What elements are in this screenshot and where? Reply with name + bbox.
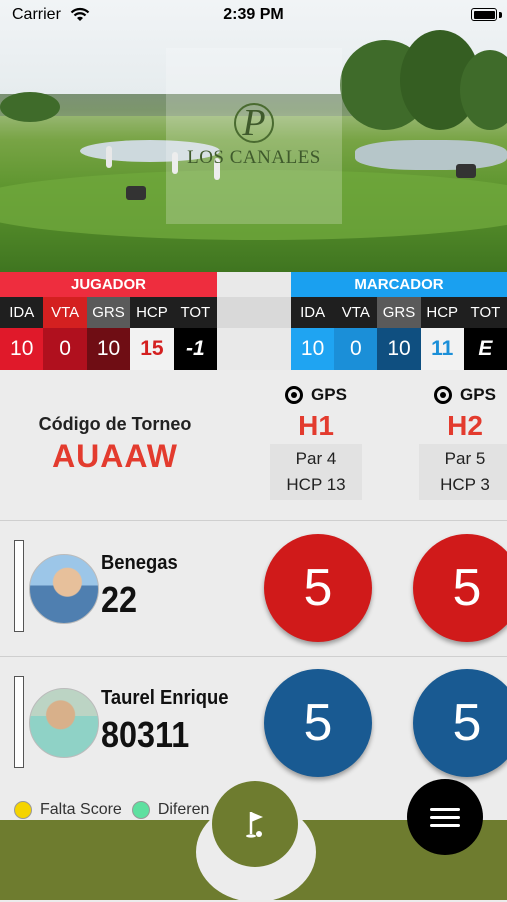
gps-button[interactable]: GPS [419,382,507,408]
hamburger-menu-icon-line [430,807,460,811]
tournament-code-label: Código de Torneo [38,414,192,434]
battery-icon [471,8,497,21]
val-grs: 10 [86,328,131,370]
hole-hcp: HCP 13 [286,475,346,494]
golf-flag-icon [246,812,263,838]
val-ida: 10 [0,328,44,370]
player-name: Taurel Enrique [101,687,229,709]
col-vta: VTA [43,297,87,328]
crosshair-icon [285,386,304,404]
legend-dot-green [131,801,150,819]
hole-details: Par 4 HCP 13 [270,444,362,500]
hamburger-menu-icon-line [430,823,460,827]
logo-mark: P [234,103,274,143]
legend-label: Diferen [157,801,210,818]
marcador-columns: IDA VTA GRS HCP TOT [291,297,507,328]
hole-details: Par 5 HCP 3 [419,444,507,500]
col-vta: VTA [334,297,378,328]
gps-button[interactable]: GPS [270,382,362,408]
tree [0,92,60,122]
jugador-title: JUGADOR [0,272,217,297]
player-row: Taurel Enrique 80311 5 5 [0,657,507,792]
legend-item: Diferen [131,801,210,819]
avatar [29,554,99,624]
score-ball-h2[interactable]: 5 [413,534,507,642]
val-grs: 10 [377,328,421,370]
tournament-code[interactable]: AUAAW [0,438,230,475]
score-legend: Falta Score Diferen [14,801,219,819]
val-vta: 0 [43,328,87,370]
clock: 2:39 PM [223,6,284,23]
club-logo: P LOS CANALES [166,48,342,224]
golf-bag [126,186,146,200]
marcador-panel: MARCADOR IDA VTA GRS HCP TOT 10 0 10 11 … [291,272,507,370]
val-ida: 10 [291,328,335,370]
hole-h1[interactable]: GPS H1 Par 4 HCP 13 [270,382,362,500]
battery-tip [499,12,502,18]
course-banner: P LOS CANALES [0,0,507,272]
col-hcp: HCP [420,297,464,328]
player-status-bar [14,676,24,768]
lake [355,140,507,170]
player-hcp: 22 [101,579,138,620]
gps-label: GPS [460,385,496,404]
hole-info-row: Código de Torneo AUAAW GPS H1 Par 4 HCP … [0,372,507,520]
jugador-panel: JUGADOR IDA VTA GRS HCP TOT 10 0 10 15 -… [0,272,218,370]
hole-h2[interactable]: GPS H2 Par 5 HCP 3 [419,382,507,500]
marcador-title: MARCADOR [291,272,507,297]
player-status-bar [14,540,24,632]
hole-par: Par 5 [444,449,486,468]
val-tot: -1 [173,328,218,370]
score-ball-h1[interactable]: 5 [264,669,372,777]
score-ball-h2[interactable]: 5 [413,669,507,777]
panel-spacer [217,272,291,370]
golfer-figure [106,146,112,168]
gps-label: GPS [311,385,347,404]
tree [460,50,507,130]
col-tot: TOT [463,297,507,328]
avatar [29,688,99,758]
player-hcp: 80311 [101,714,190,755]
crosshair-icon [434,386,453,404]
jugador-columns: IDA VTA GRS HCP TOT [0,297,218,328]
score-ball-h1[interactable]: 5 [264,534,372,642]
val-tot: E [463,328,507,370]
golf-flag-button[interactable] [212,781,298,867]
legend-item: Falta Score [14,801,122,819]
val-hcp: 15 [130,328,174,370]
jugador-values: 10 0 10 15 -1 [0,328,218,370]
player-name: Benegas [101,552,178,574]
col-hcp: HCP [130,297,174,328]
hamburger-menu-button[interactable] [407,779,483,855]
col-tot: TOT [173,297,218,328]
col-grs: GRS [377,297,421,328]
hole-par: Par 4 [295,449,337,468]
status-bar: Carrier 2:39 PM [0,0,507,30]
hamburger-menu-icon-line [430,815,460,819]
hole-name: H1 [298,410,334,441]
val-vta: 0 [334,328,378,370]
col-grs: GRS [86,297,131,328]
val-hcp: 11 [420,328,464,370]
hole-name: H2 [447,410,483,441]
golf-bag [456,164,476,178]
col-ida: IDA [291,297,335,328]
legend-dot-yellow [14,801,32,819]
hole-hcp: HCP 3 [440,475,490,494]
marcador-values: 10 0 10 11 E [291,328,507,370]
legend-label: Falta Score [40,801,122,818]
player-row: Benegas 22 5 5 [0,521,507,656]
col-ida: IDA [0,297,44,328]
panel-spacer-stripe [217,297,291,328]
logo-name: LOS CANALES [187,147,321,168]
